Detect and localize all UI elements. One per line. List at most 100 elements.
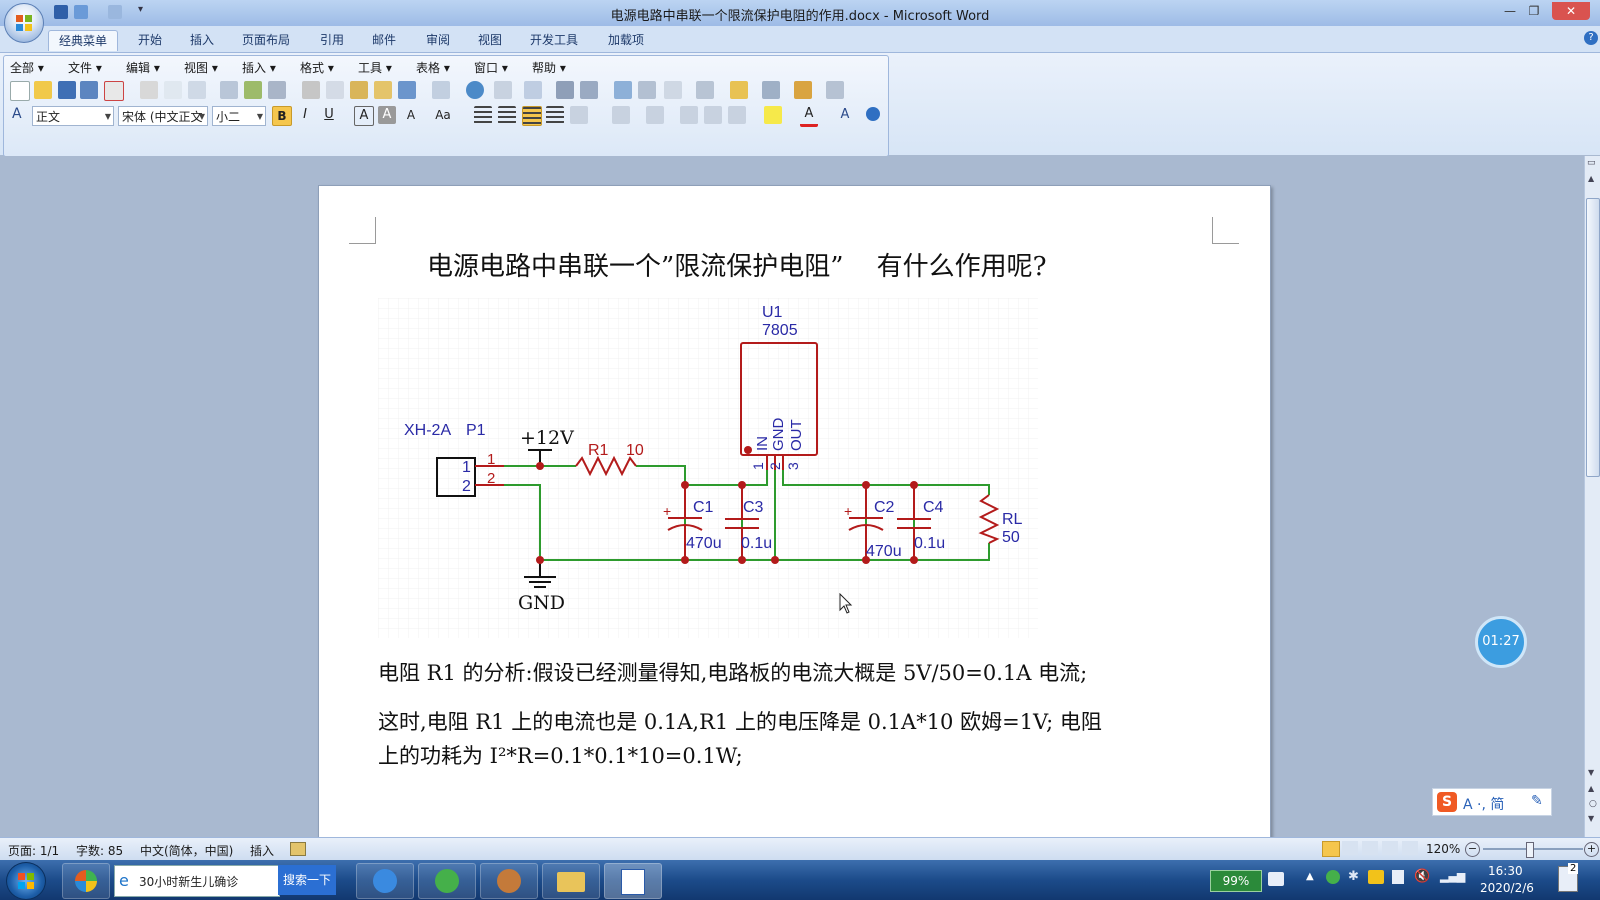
menu-format[interactable]: 格式 ▾	[300, 59, 334, 76]
insert-table-icon[interactable]	[524, 81, 542, 99]
hyperlink-icon[interactable]	[466, 81, 484, 99]
cut-icon[interactable]	[302, 81, 320, 99]
format-painter-icon[interactable]	[374, 81, 392, 99]
italic-icon[interactable]: I	[296, 106, 314, 124]
floating-timer[interactable]: 01:27	[1475, 616, 1527, 668]
print-preview-icon[interactable]	[164, 81, 182, 99]
taskbar-app-explorer[interactable]	[542, 863, 600, 899]
columns-icon[interactable]	[556, 81, 574, 99]
tab-home[interactable]: 开始	[128, 30, 172, 50]
spelling-icon[interactable]	[244, 81, 262, 99]
tray-app-icon[interactable]	[1368, 870, 1384, 884]
sort-icon[interactable]	[728, 106, 746, 124]
tab-references[interactable]: 引用	[310, 30, 354, 50]
bookmark-icon[interactable]	[762, 81, 780, 99]
quick-parts-icon[interactable]	[794, 81, 812, 99]
undo-icon[interactable]	[74, 5, 88, 19]
font-color-icon[interactable]: A	[800, 106, 818, 127]
read-mode-icon[interactable]	[188, 81, 206, 99]
clock-date[interactable]: 2020/2/6	[1480, 881, 1534, 895]
clock-time[interactable]: 16:30	[1488, 864, 1523, 878]
bold-icon[interactable]: B	[272, 106, 292, 126]
next-page-icon[interactable]: ▼	[1588, 814, 1594, 823]
ime-toolbar[interactable]: S A ·, 简 ✎	[1432, 788, 1552, 816]
zoom-slider-thumb[interactable]	[1526, 842, 1534, 858]
save-icon[interactable]	[54, 5, 68, 19]
change-case-icon[interactable]: Aa	[434, 106, 452, 124]
highlight-icon[interactable]	[764, 106, 782, 124]
search-button[interactable]: 搜索一下	[278, 865, 336, 895]
drawing-icon[interactable]	[638, 81, 656, 99]
document-map-icon[interactable]	[614, 81, 632, 99]
menu-window[interactable]: 窗口 ▾	[474, 59, 508, 76]
bluetooth-icon[interactable]: ✱	[1348, 869, 1359, 884]
insert-mode[interactable]: 插入	[250, 842, 274, 859]
underline-icon[interactable]: U	[320, 106, 338, 124]
word-count[interactable]: 字数: 85	[76, 842, 123, 859]
close-button[interactable]: ✕	[1552, 2, 1590, 20]
web-layout-icon[interactable]	[1362, 841, 1378, 855]
paste-icon[interactable]	[350, 81, 368, 99]
restore-button[interactable]: ❐	[1522, 2, 1546, 20]
styles-icon[interactable]: A	[12, 106, 22, 122]
wrench-icon[interactable]: ✎	[1531, 793, 1543, 809]
macro-record-icon[interactable]	[290, 842, 306, 856]
folder-icon[interactable]	[730, 81, 748, 99]
word-count-icon[interactable]	[268, 81, 286, 99]
char-scale-icon[interactable]: A	[402, 106, 420, 124]
help-icon[interactable]: ?	[1584, 31, 1598, 45]
zoom-icon[interactable]	[664, 81, 682, 99]
save-icon[interactable]	[58, 81, 76, 99]
taskbar-app-360[interactable]	[62, 863, 110, 899]
tab-page-layout[interactable]: 页面布局	[236, 30, 296, 50]
new-document-icon[interactable]	[10, 81, 30, 101]
scroll-thumb[interactable]	[1586, 198, 1600, 477]
power-plug-icon[interactable]	[1268, 872, 1284, 886]
zoom-out-icon[interactable]: −	[1465, 842, 1480, 857]
undo-icon[interactable]	[398, 81, 416, 99]
tray-device-icon[interactable]	[1392, 870, 1404, 884]
battery-indicator[interactable]: 99%	[1210, 870, 1262, 892]
align-center-icon[interactable]	[498, 106, 516, 124]
tab-classic-menu[interactable]: 经典菜单	[48, 30, 118, 51]
char-shading-icon[interactable]: A	[378, 106, 396, 124]
redo-icon[interactable]	[108, 5, 122, 19]
bullets-icon[interactable]	[646, 106, 664, 124]
help-icon[interactable]	[866, 107, 880, 121]
tab-view[interactable]: 视图	[468, 30, 512, 50]
taskbar-app-feiq[interactable]	[356, 863, 414, 899]
open-icon[interactable]	[34, 81, 52, 99]
table-grid-icon[interactable]	[494, 81, 512, 99]
full-screen-reading-icon[interactable]	[1342, 841, 1358, 855]
pdf-icon[interactable]	[104, 81, 124, 101]
decrease-indent-icon[interactable]	[680, 106, 698, 124]
tab-mailings[interactable]: 邮件	[362, 30, 406, 50]
font-combo[interactable]: 宋体 (中文正文 ▼	[118, 106, 208, 126]
line-spacing-icon[interactable]	[570, 106, 588, 124]
tray-360-icon[interactable]	[1326, 870, 1340, 884]
tab-review[interactable]: 审阅	[416, 30, 460, 50]
style-combo[interactable]: 正文 ▼	[32, 106, 114, 126]
copy-icon[interactable]	[326, 81, 344, 99]
network-icon[interactable]: ▂▄▆	[1440, 870, 1465, 883]
fullscreen-icon[interactable]	[696, 81, 714, 99]
distributed-icon[interactable]	[546, 106, 564, 124]
browser-search-box[interactable]: e 30小时新生儿确诊	[114, 865, 280, 897]
qat-customize-icon[interactable]: ▾	[138, 4, 143, 15]
taskbar-app-bear[interactable]	[480, 863, 538, 899]
menu-view[interactable]: 视图 ▾	[184, 59, 218, 76]
redo-icon[interactable]	[432, 81, 450, 99]
language-indicator[interactable]: 中文(简体，中国)	[140, 842, 233, 859]
outline-view-icon[interactable]	[1382, 841, 1398, 855]
research-icon[interactable]	[220, 81, 238, 99]
font-size-combo[interactable]: 小二 ▼	[212, 106, 266, 126]
print-layout-view-icon[interactable]	[1322, 841, 1340, 857]
zoom-in-icon[interactable]: +	[1584, 842, 1599, 857]
menu-tools[interactable]: 工具 ▾	[358, 59, 392, 76]
action-center-icon[interactable]: 2	[1558, 863, 1579, 892]
page-count[interactable]: 页面: 1/1	[8, 842, 59, 859]
char-border-icon[interactable]: A	[354, 106, 374, 126]
scroll-up-icon[interactable]: ▲	[1588, 174, 1594, 183]
menu-help[interactable]: 帮助 ▾	[532, 59, 566, 76]
menu-insert[interactable]: 插入 ▾	[242, 59, 276, 76]
